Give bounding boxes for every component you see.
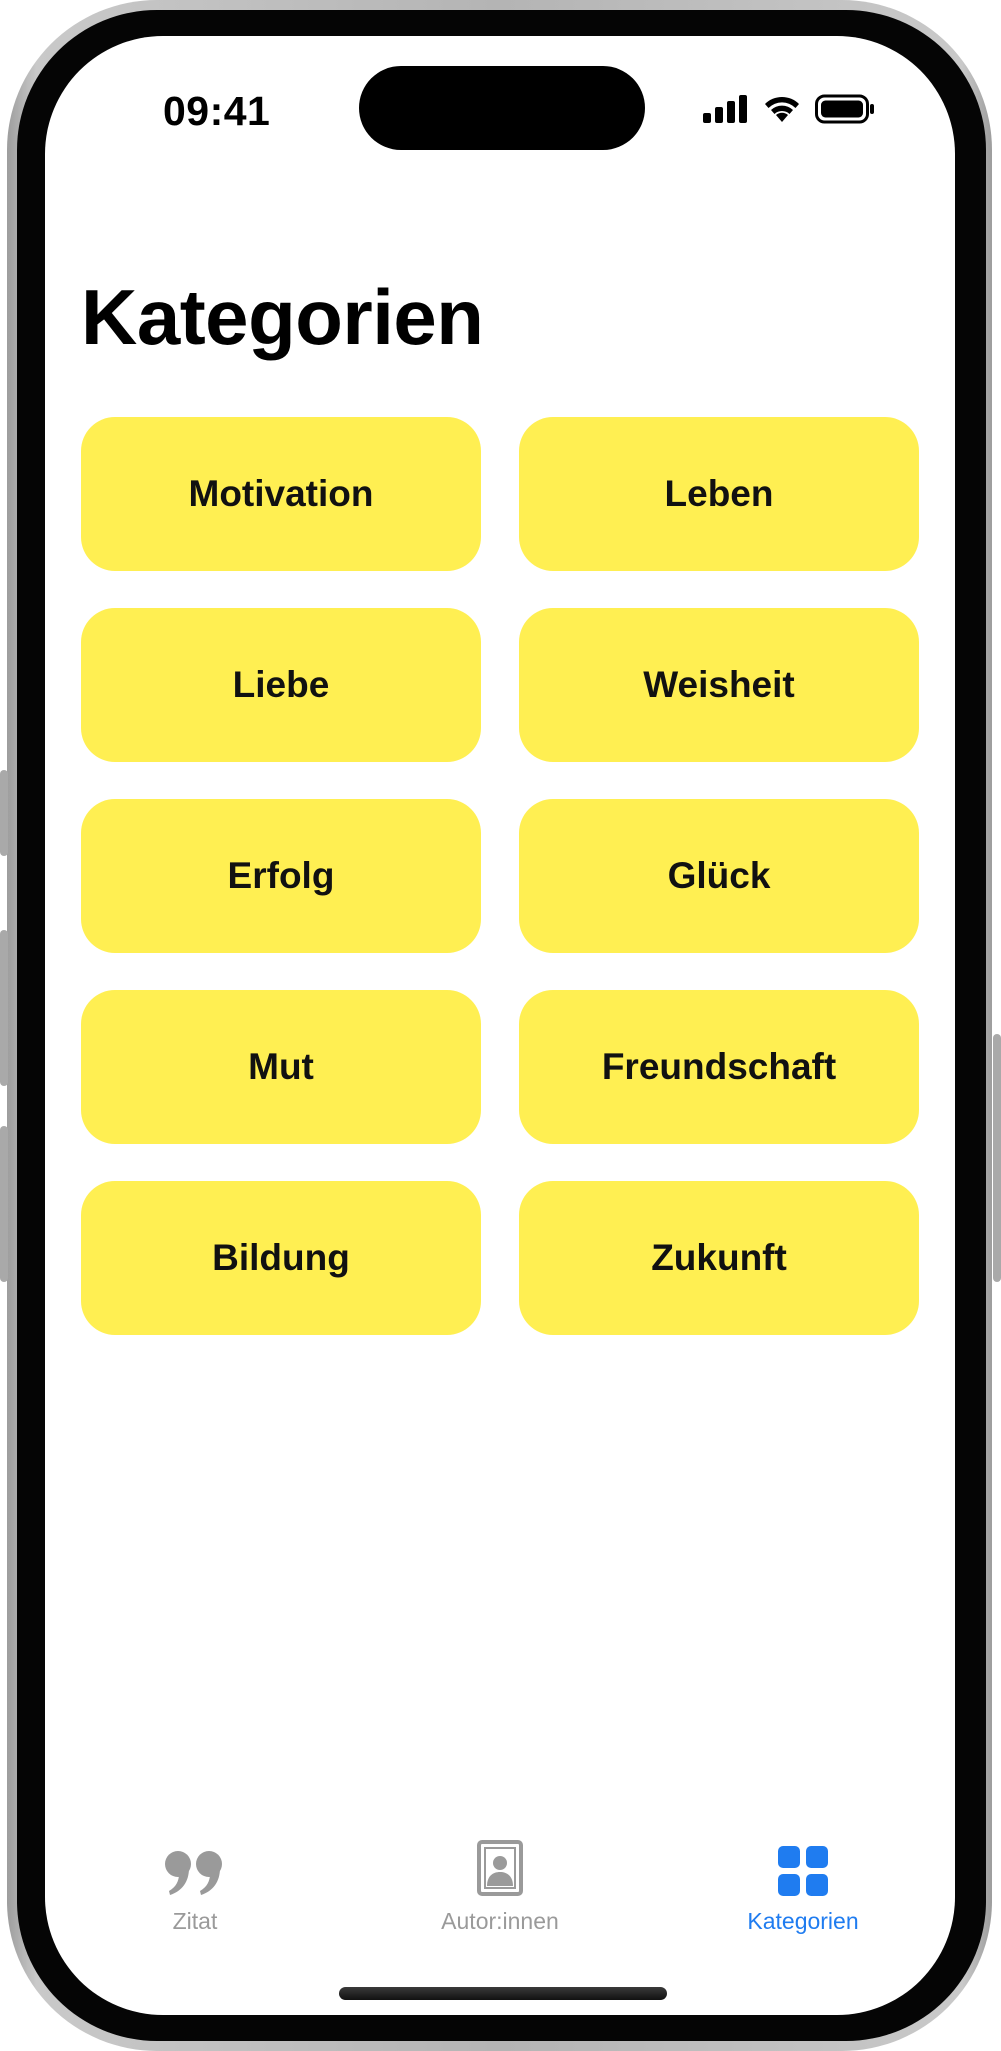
action-button	[0, 770, 8, 856]
category-card-motivation[interactable]: Motivation	[81, 417, 481, 571]
quote-icon	[165, 1851, 222, 1895]
tab-label-autorinnen: Autor:innen	[441, 1908, 559, 1934]
cellular-signal-icon	[703, 95, 747, 123]
page-title: Kategorien	[81, 273, 484, 361]
screen: 09:41 Kategorien Motivation Leben Liebe …	[45, 36, 955, 2015]
status-time: 09:41	[163, 88, 271, 134]
tab-kategorien[interactable]: Kategorien	[683, 1836, 923, 1935]
tab-bar: Zitat Autor:innen Kategorien	[45, 1836, 955, 1976]
category-card-mut[interactable]: Mut	[81, 990, 481, 1144]
wifi-icon	[765, 96, 799, 122]
status-icons	[703, 94, 875, 124]
dynamic-island	[359, 66, 645, 150]
category-card-zukunft[interactable]: Zukunft	[519, 1181, 919, 1335]
category-card-liebe[interactable]: Liebe	[81, 608, 481, 762]
grid-icon	[778, 1846, 828, 1896]
status-bar: 09:41	[45, 36, 955, 176]
tab-label-kategorien: Kategorien	[747, 1908, 859, 1934]
category-card-weisheit[interactable]: Weisheit	[519, 608, 919, 762]
home-indicator[interactable]	[339, 1987, 667, 2000]
volume-up-button	[0, 930, 8, 1086]
category-card-freundschaft[interactable]: Freundschaft	[519, 990, 919, 1144]
category-grid: Motivation Leben Liebe Weisheit Erfolg G…	[81, 417, 919, 1335]
tab-label-zitat: Zitat	[172, 1908, 218, 1934]
tab-autorinnen[interactable]: Autor:innen	[380, 1836, 620, 1935]
category-card-leben[interactable]: Leben	[519, 417, 919, 571]
tab-zitat[interactable]: Zitat	[75, 1836, 315, 1935]
volume-down-button	[0, 1126, 8, 1282]
battery-icon	[815, 94, 874, 124]
person-portrait-icon	[477, 1840, 523, 1896]
power-button	[993, 1034, 1001, 1282]
category-card-bildung[interactable]: Bildung	[81, 1181, 481, 1335]
category-card-glueck[interactable]: Glück	[519, 799, 919, 953]
category-card-erfolg[interactable]: Erfolg	[81, 799, 481, 953]
